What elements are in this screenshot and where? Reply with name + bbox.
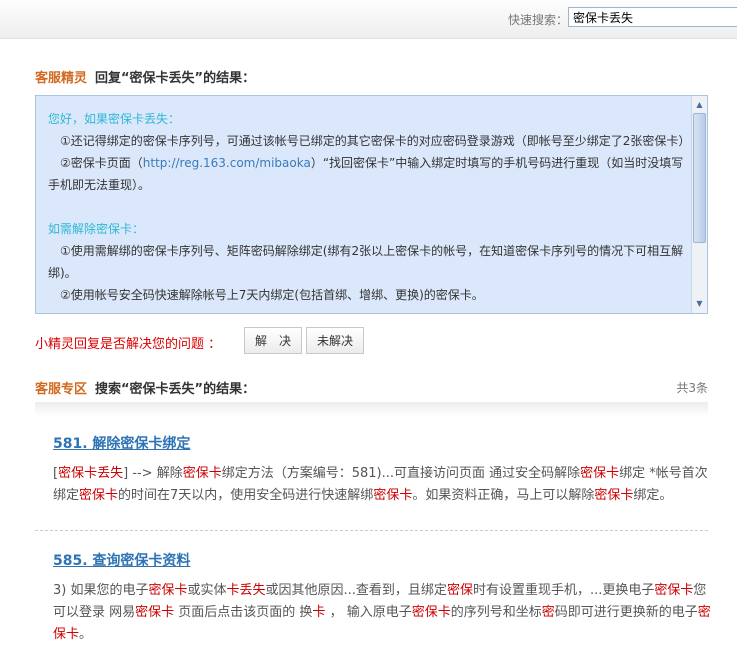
assistant-answer-box[interactable]: 您好，如果密保卡丢失： ①还记得绑定的密保卡序列号，可通过该帐号已绑定的其它密保… xyxy=(35,95,708,314)
result-count: 共3条 xyxy=(676,381,708,395)
answer-item: ②密保卡页面（http://reg.163.com/mibaoka）“找回密保卡… xyxy=(48,152,688,196)
answer-intro-2: 如需解除密保卡： xyxy=(48,222,145,236)
assistant-reply-title: 回复“密保卡丢失”的结果： xyxy=(95,71,256,86)
unsolved-button[interactable]: 未解决 xyxy=(306,327,364,354)
section-divider xyxy=(35,402,708,416)
result-snippet: 3) 如果您的电子密保卡或实体卡丢失或因其他原因...查看到，且绑定密保时有设置… xyxy=(53,583,711,642)
scroll-thumb[interactable] xyxy=(693,113,706,243)
result-snippet: [密保卡丢失] --> 解除密保卡绑定方法（方案编号：581)...可直接访问页… xyxy=(53,466,708,503)
result-item: 581. 解除密保卡绑定 [密保卡丢失] --> 解除密保卡绑定方法（方案编号：… xyxy=(53,433,715,507)
feedback-question: 小精灵回复是否解决您的问题 ： xyxy=(35,337,222,352)
assistant-answer-content: 您好，如果密保卡丢失： ①还记得绑定的密保卡序列号，可通过该帐号已绑定的其它密保… xyxy=(48,108,691,306)
quick-search-input[interactable] xyxy=(568,7,737,27)
scroll-up-icon[interactable]: ▲ xyxy=(694,98,705,112)
answer-item: ②使用帐号安全码快速解除帐号上7天内绑定(包括首绑、增绑、更换)的密保卡。 xyxy=(60,288,484,302)
result-divider xyxy=(35,530,708,531)
search-results-title: 搜索“密保卡丢失”的结果： xyxy=(95,382,256,397)
quick-search-label: 快速搜索： xyxy=(508,13,569,27)
result-title-link[interactable]: 585. 查询密保卡资料 xyxy=(53,550,715,570)
answer-scrollbar[interactable]: ▲ ▼ xyxy=(691,96,707,313)
scroll-down-icon[interactable]: ▼ xyxy=(694,297,705,311)
search-results-heading: 客服专区 搜索“密保卡丢失”的结果： xyxy=(35,378,255,397)
top-bar: 快速搜索： xyxy=(0,0,737,39)
assistant-reply-label: 客服精灵 xyxy=(35,71,88,86)
result-item: 585. 查询密保卡资料 3) 如果您的电子密保卡或实体卡丢失或因其他原因...… xyxy=(53,550,715,646)
search-results-label: 客服专区 xyxy=(35,382,88,397)
answer-item: ①使用需解绑的密保卡序列号、矩阵密码解除绑定(绑有2张以上密保卡的帐号，在知道密… xyxy=(48,244,684,280)
solved-button[interactable]: 解 决 xyxy=(244,327,302,354)
assistant-reply-heading: 客服精灵 回复“密保卡丢失”的结果： xyxy=(35,67,255,86)
answer-intro: 您好，如果密保卡丢失： xyxy=(48,112,181,126)
mibaoka-link[interactable]: http://reg.163.com/mibaoka xyxy=(143,156,311,170)
answer-item-text: ②密保卡页面（ xyxy=(60,156,143,170)
answer-item: ①还记得绑定的密保卡序列号，可通过该帐号已绑定的其它密保卡的对应密码登录游戏（即… xyxy=(60,134,691,148)
answer-spacer xyxy=(48,196,688,218)
result-title-link[interactable]: 581. 解除密保卡绑定 xyxy=(53,433,715,453)
